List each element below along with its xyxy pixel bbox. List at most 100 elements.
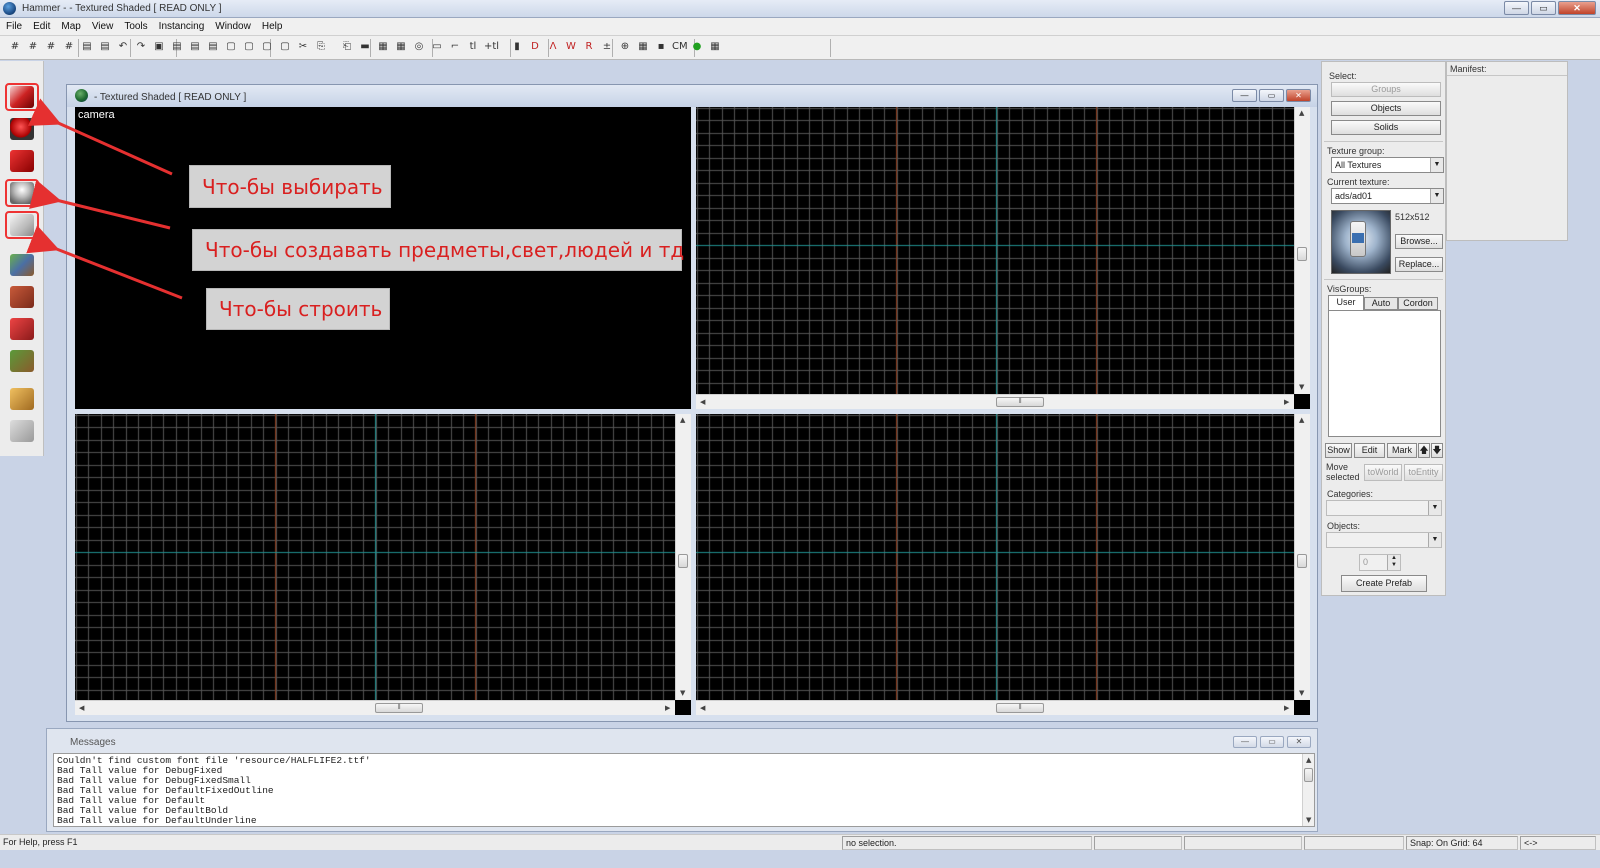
- toolbar-button-28[interactable]: ▮: [510, 40, 524, 54]
- toolbar-button-21[interactable]: ▦: [376, 40, 390, 54]
- select-groups-button[interactable]: Groups: [1331, 82, 1441, 97]
- toolbar-button-20[interactable]: ▬: [358, 40, 372, 54]
- top-view-viewport[interactable]: ▲ ▼ ◀ ⦀ ▶: [696, 107, 1310, 409]
- prefab-spin-input[interactable]: 0 ▲ ▼: [1359, 554, 1401, 571]
- toolbar-button-9[interactable]: ▣: [152, 40, 166, 54]
- select-solids-button[interactable]: Solids: [1331, 120, 1441, 135]
- toolbar-button-2[interactable]: #: [26, 40, 40, 54]
- menu-edit[interactable]: Edit: [27, 18, 55, 32]
- replace-button[interactable]: Replace...: [1395, 257, 1443, 272]
- toolbar-button-36[interactable]: ▪: [654, 40, 668, 54]
- messages-close-button[interactable]: ✕: [1287, 736, 1311, 748]
- toolbar-button-38[interactable]: ●: [690, 40, 704, 54]
- restore-button[interactable]: ▭: [1531, 1, 1556, 15]
- toolbar-button-25[interactable]: ⌐: [448, 40, 462, 54]
- create-prefab-button[interactable]: Create Prefab: [1341, 575, 1427, 592]
- menu-help[interactable]: Help: [256, 18, 288, 32]
- visgroup-edit-button[interactable]: Edit: [1354, 443, 1385, 458]
- doc-restore-button[interactable]: ▭: [1259, 89, 1284, 102]
- toolbar-button-12[interactable]: ▤: [206, 40, 220, 54]
- spin-arrows-icon[interactable]: ▲ ▼: [1387, 555, 1400, 570]
- current-texture-select[interactable]: ads/ad01 ▼: [1331, 188, 1444, 204]
- toolbar-button-33[interactable]: ±: [600, 40, 614, 54]
- visgroups-tab-auto[interactable]: Auto: [1364, 297, 1398, 310]
- visgroup-up-button[interactable]: 🡅: [1418, 443, 1430, 458]
- toolbar-button-35[interactable]: ▦: [636, 40, 650, 54]
- toolbar-button-30[interactable]: Λ: [546, 40, 560, 54]
- toolbar-button-39[interactable]: ▦: [708, 40, 722, 54]
- toolbar-button-18[interactable]: ⎘: [314, 40, 328, 54]
- toolbar-button-15[interactable]: ▢: [260, 40, 274, 54]
- doc-minimize-button[interactable]: —: [1232, 89, 1257, 102]
- minimize-button[interactable]: —: [1504, 1, 1529, 15]
- toolbar-button-26[interactable]: tl: [466, 40, 480, 54]
- messages-restore-button[interactable]: ▭: [1260, 736, 1284, 748]
- texture-app-tool[interactable]: [5, 251, 39, 279]
- menu-window[interactable]: Window: [209, 18, 256, 32]
- apply-overlays-tool[interactable]: [5, 315, 39, 343]
- objects-select[interactable]: ▼: [1326, 532, 1442, 548]
- toolbar-button-34[interactable]: ⊕: [618, 40, 632, 54]
- toolbar-button-11[interactable]: ▤: [188, 40, 202, 54]
- front-view-hscroll[interactable]: ◀ ⦀ ▶: [75, 700, 675, 715]
- toolbar-button-7[interactable]: ↶: [116, 40, 130, 54]
- to-entity-button[interactable]: toEntity: [1404, 464, 1443, 481]
- categories-select[interactable]: ▼: [1326, 500, 1442, 516]
- visgroups-list[interactable]: [1328, 310, 1441, 437]
- toolbar-button-19[interactable]: ⎗: [340, 40, 354, 54]
- menu-view[interactable]: View: [86, 18, 119, 32]
- top-view-vscroll[interactable]: ▲ ▼: [1294, 107, 1310, 394]
- visgroups-tab-user[interactable]: User: [1328, 295, 1364, 310]
- menu-map[interactable]: Map: [55, 18, 85, 32]
- toolbar-button-14[interactable]: ▢: [242, 40, 256, 54]
- toolbar-button-5[interactable]: ▤: [80, 40, 94, 54]
- top-view-hscroll[interactable]: ◀ ⦀ ▶: [696, 394, 1294, 409]
- toolbar-button-13[interactable]: ▢: [224, 40, 238, 54]
- visgroups-tab-cordon[interactable]: Cordon: [1398, 297, 1438, 310]
- messages-minimize-button[interactable]: —: [1233, 736, 1257, 748]
- apply-decals-tool[interactable]: [5, 283, 39, 311]
- select-objects-button[interactable]: Objects: [1331, 101, 1441, 116]
- toolbar-button-37[interactable]: CM: [672, 40, 688, 54]
- messages-log[interactable]: Couldn't find custom font file 'resource…: [53, 753, 1315, 827]
- vertex-tool[interactable]: [5, 385, 39, 413]
- selection-tool[interactable]: [5, 83, 39, 111]
- camera-tool[interactable]: [5, 147, 39, 175]
- toolbar-button-22[interactable]: ▦: [394, 40, 408, 54]
- toolbar-button-27[interactable]: +tl: [484, 40, 499, 54]
- close-button[interactable]: ✕: [1558, 1, 1596, 15]
- messages-vscroll[interactable]: ▲ ▼: [1302, 754, 1314, 826]
- browse-button[interactable]: Browse...: [1395, 234, 1443, 249]
- toolbar-button-3[interactable]: #: [44, 40, 58, 54]
- visgroup-mark-button[interactable]: Mark: [1387, 443, 1417, 458]
- toolbar-button-31[interactable]: W: [564, 40, 578, 54]
- to-world-button[interactable]: toWorld: [1364, 464, 1402, 481]
- texture-group-select[interactable]: All Textures ▼: [1331, 157, 1444, 173]
- toolbar-button-1[interactable]: #: [8, 40, 22, 54]
- clipping-tool[interactable]: [5, 347, 39, 375]
- visgroup-show-button[interactable]: Show: [1325, 443, 1352, 458]
- doc-close-button[interactable]: ✕: [1286, 89, 1311, 102]
- toolbar-button-16[interactable]: ▢: [278, 40, 292, 54]
- block-tool[interactable]: [5, 211, 39, 239]
- visgroup-down-button[interactable]: 🡇: [1431, 443, 1443, 458]
- menu-instancing[interactable]: Instancing: [153, 18, 210, 32]
- path-tool[interactable]: [5, 417, 39, 445]
- menu-file[interactable]: File: [0, 18, 27, 32]
- toolbar-button-10[interactable]: ▤: [170, 40, 184, 54]
- toolbar-button-24[interactable]: ▭: [430, 40, 444, 54]
- toolbar-button-32[interactable]: R: [582, 40, 596, 54]
- entity-tool[interactable]: [5, 179, 39, 207]
- side-view-vscroll[interactable]: ▲ ▼: [1294, 414, 1310, 700]
- toolbar-button-6[interactable]: ▤: [98, 40, 112, 54]
- magnify-tool[interactable]: [5, 115, 39, 143]
- side-view-hscroll[interactable]: ◀ ⦀ ▶: [696, 700, 1294, 715]
- menu-tools[interactable]: Tools: [118, 18, 152, 32]
- front-view-viewport[interactable]: ▲ ▼ ◀ ⦀ ▶: [75, 414, 691, 715]
- toolbar-button-4[interactable]: #: [62, 40, 76, 54]
- toolbar-button-23[interactable]: ◎: [412, 40, 426, 54]
- toolbar-button-8[interactable]: ↷: [134, 40, 148, 54]
- side-view-viewport[interactable]: ▲ ▼ ◀ ⦀ ▶: [696, 414, 1310, 715]
- toolbar-button-29[interactable]: D: [528, 40, 542, 54]
- front-view-vscroll[interactable]: ▲ ▼: [675, 414, 691, 700]
